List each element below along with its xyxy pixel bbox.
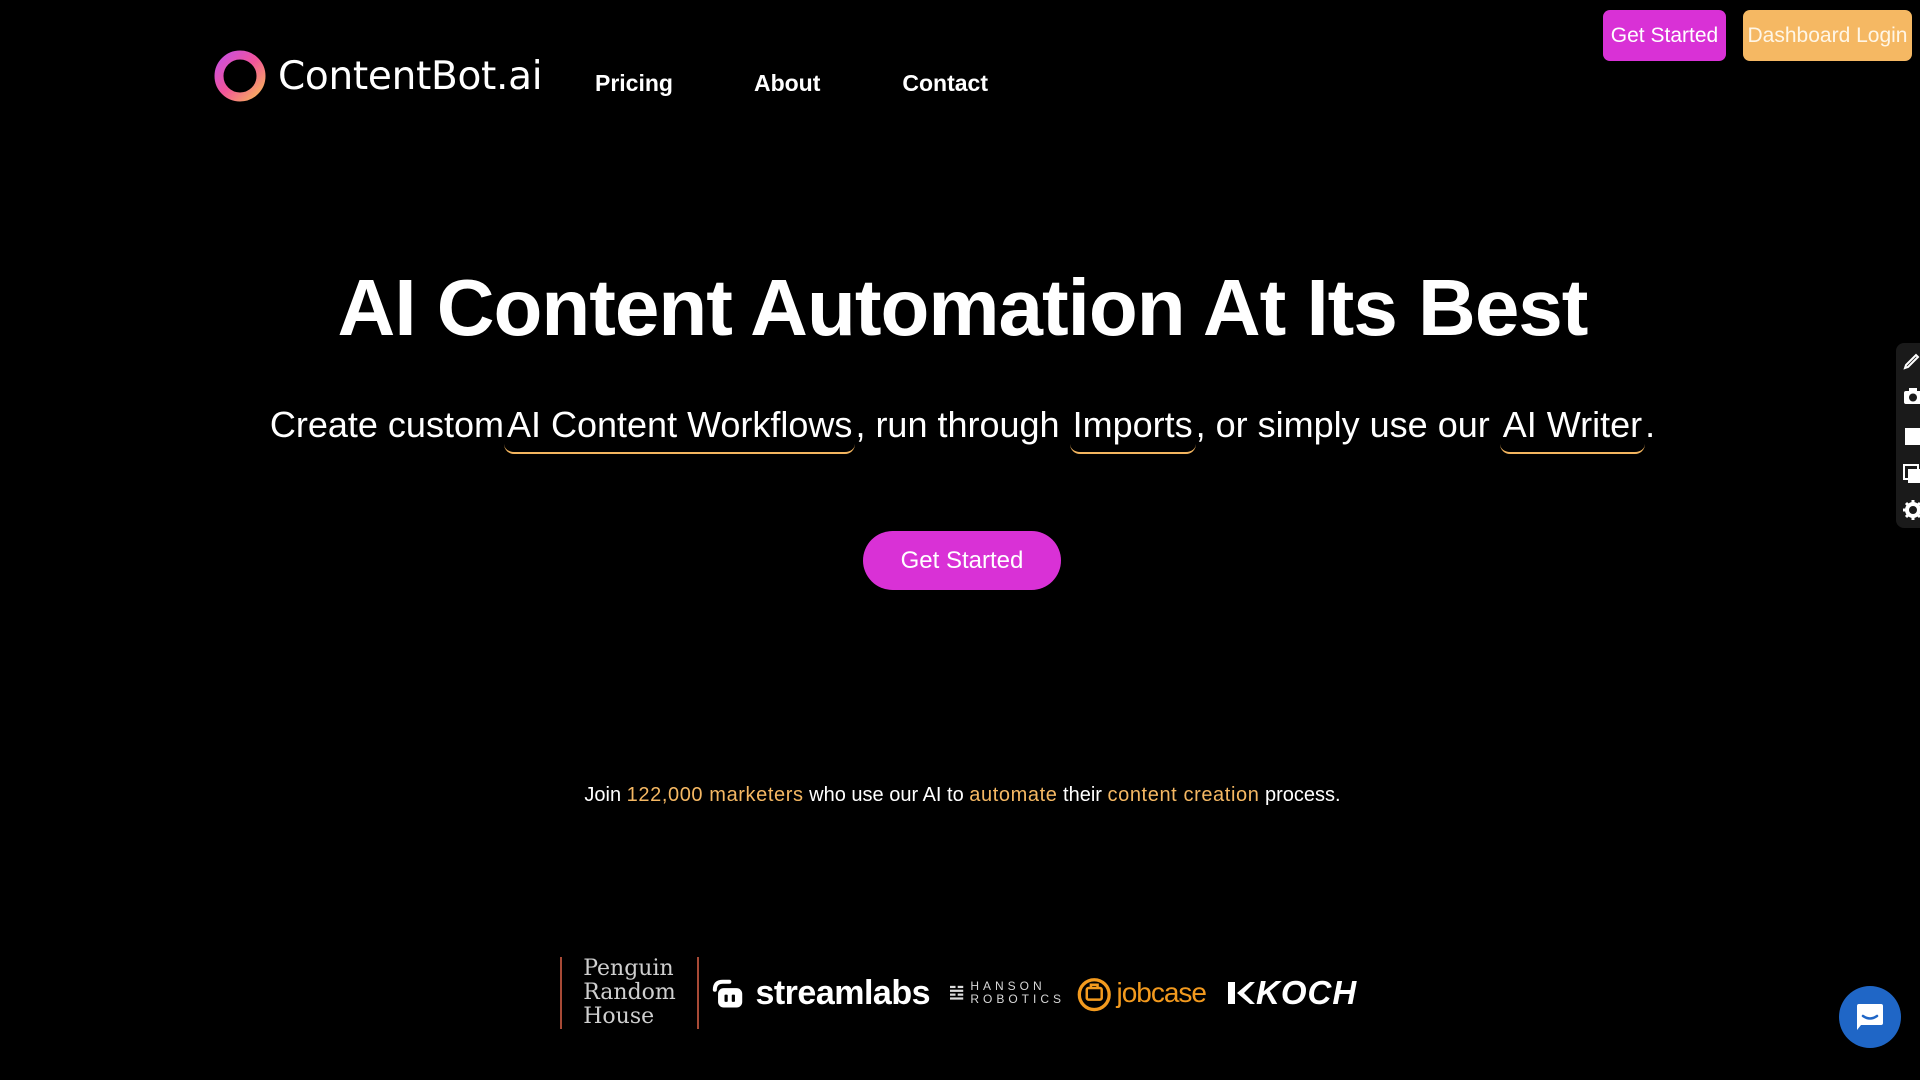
gear-icon[interactable] — [1902, 499, 1920, 521]
hanson-wordmark: HANSON ROBOTICS — [970, 980, 1065, 1006]
hero-subtitle-prefix: Create custom — [269, 404, 504, 445]
jobcase-logo: jobcase — [1076, 953, 1207, 1033]
social-proof-t2: who use our AI to — [803, 784, 970, 806]
hero-subtitle: Create customAI Content Workflows, run t… — [0, 404, 1920, 454]
imports-link[interactable]: Imports — [1069, 404, 1196, 454]
hero-subtitle-mid1: , run through — [855, 404, 1060, 445]
chat-icon — [1857, 1004, 1883, 1030]
koch-wordmark: KOCH — [1256, 974, 1358, 1011]
hanson-robotics-logo: HANSON ROBOTICS — [950, 953, 1065, 1033]
edit-icon[interactable] — [1902, 349, 1920, 371]
hanson-icon — [950, 985, 964, 1000]
penguin-wordmark: Penguin Random House — [583, 957, 676, 1029]
hero-title: AI Content Automation At Its Best — [337, 263, 1589, 352]
hero-get-started-button[interactable]: Get Started — [863, 531, 1061, 590]
penguin-line: Penguin — [583, 956, 674, 981]
streamlabs-logo: streamlabs — [710, 953, 930, 1033]
nav-contact[interactable]: Contact — [902, 70, 988, 97]
dashboard-login-button[interactable]: Dashboard Login — [1743, 10, 1912, 61]
social-proof-t1: Join — [584, 784, 627, 806]
chat-launcher-button[interactable] — [1839, 986, 1901, 1048]
square-icon[interactable] — [1902, 425, 1920, 447]
ai-content-workflows-link[interactable]: AI Content Workflows — [503, 404, 856, 454]
social-proof-t4: process. — [1259, 784, 1341, 806]
social-proof-text: Join 122,000 marketers who use our AI to… — [0, 784, 1920, 807]
nav-about[interactable]: About — [754, 70, 820, 97]
penguin-line: House — [583, 1004, 655, 1029]
main-nav: Pricing About Contact — [595, 70, 988, 97]
contentbot-logo-icon — [214, 50, 266, 102]
social-proof-content-creation: content creation — [1107, 784, 1260, 806]
koch-icon — [1228, 982, 1255, 1004]
camera-icon[interactable] — [1902, 385, 1920, 407]
hanson-line: ROBOTICS — [970, 992, 1065, 1006]
streamlabs-wordmark: streamlabs — [755, 973, 930, 1012]
koch-logo: KOCH — [1226, 953, 1376, 1033]
jobcase-icon — [1077, 978, 1111, 1012]
ai-writer-link[interactable]: AI Writer — [1499, 404, 1646, 454]
landing-page: ContentBot.ai Pricing About Contact Get … — [0, 0, 1920, 1080]
social-proof-t3: their — [1057, 784, 1108, 806]
hero-subtitle-suffix: . — [1645, 404, 1656, 445]
social-proof-marketers-count: 122,000 marketers — [626, 784, 804, 806]
streamlabs-icon — [712, 979, 743, 1008]
header-get-started-button[interactable]: Get Started — [1603, 10, 1726, 61]
penguin-random-house-logo: Penguin Random House — [560, 957, 699, 1029]
hero-subtitle-mid2: , or simply use our — [1195, 404, 1490, 445]
penguin-line: Random — [583, 980, 676, 1005]
nav-pricing[interactable]: Pricing — [595, 70, 673, 97]
logo-text: ContentBot.ai — [278, 53, 543, 99]
jobcase-wordmark: jobcase — [1116, 977, 1207, 1008]
logo-link[interactable]: ContentBot.ai — [210, 46, 543, 106]
social-proof-automate: automate — [969, 784, 1058, 806]
side-toolbar — [1896, 343, 1920, 528]
copy-icon[interactable] — [1902, 463, 1920, 485]
